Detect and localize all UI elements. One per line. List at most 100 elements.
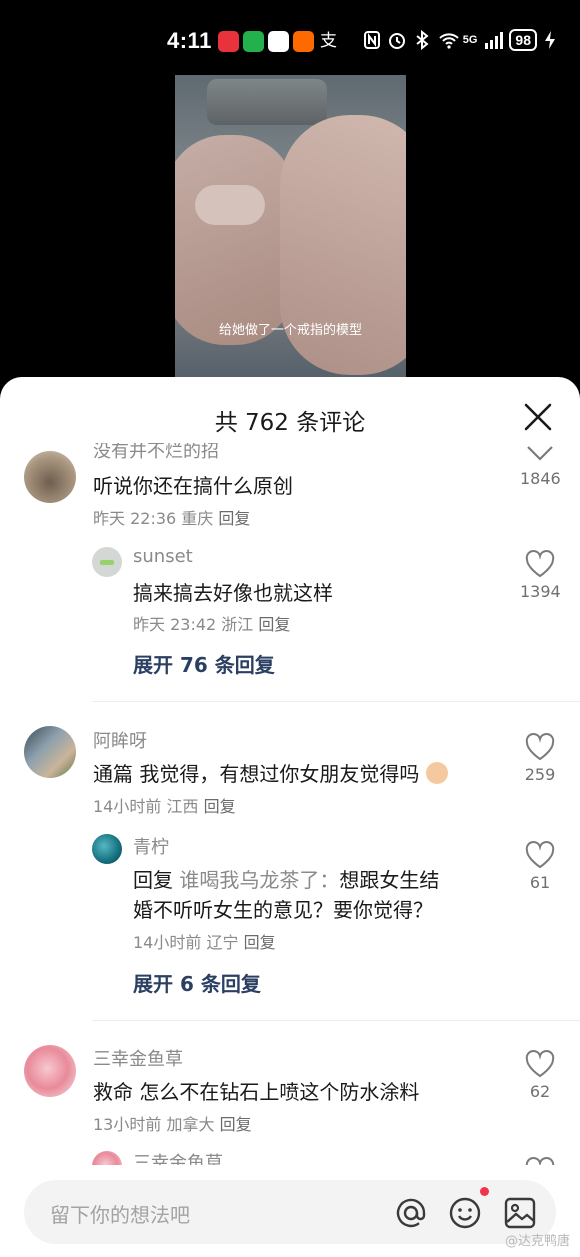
like-button[interactable]: 61 bbox=[520, 841, 560, 892]
expand-replies-button[interactable]: 展开 76 条回复 bbox=[133, 649, 275, 678]
ring-model bbox=[207, 79, 327, 125]
reply-text-line1: 想跟女生结 bbox=[339, 868, 440, 892]
like-count: 259 bbox=[524, 765, 556, 784]
comment-input-bar: 留下你的想法吧 @达克鸭唐 bbox=[0, 1165, 580, 1257]
like-count: 1846 bbox=[520, 469, 561, 488]
avatar[interactable] bbox=[92, 834, 122, 864]
comment-input-placeholder: 留下你的想法吧 bbox=[50, 1203, 190, 1227]
like-count: 61 bbox=[529, 873, 551, 892]
wechat-icon bbox=[243, 31, 264, 52]
divider bbox=[92, 701, 580, 702]
chevron-down-icon bbox=[527, 446, 553, 461]
like-button[interactable]: 259 bbox=[520, 733, 560, 784]
like-count: 62 bbox=[529, 1082, 551, 1101]
status-indicators: 5G 98 bbox=[363, 29, 562, 51]
nfc-icon bbox=[363, 30, 381, 50]
like-button[interactable] bbox=[520, 1157, 560, 1165]
reply-time: 14小时前 bbox=[133, 933, 202, 952]
avatar[interactable] bbox=[24, 726, 76, 778]
comment-location: 江西 bbox=[166, 797, 199, 816]
image-button[interactable] bbox=[503, 1196, 537, 1230]
reply-button[interactable]: 回复 bbox=[220, 1115, 252, 1134]
avatar[interactable] bbox=[24, 1045, 76, 1097]
like-button[interactable]: 62 bbox=[520, 1050, 560, 1101]
comment-username[interactable]: 阿眸呀 bbox=[93, 727, 147, 753]
reply-button[interactable]: 回复 bbox=[244, 933, 276, 952]
comment-time: 13小时前 bbox=[93, 1115, 162, 1134]
avatar[interactable] bbox=[24, 451, 76, 503]
watermark: @达克鸭唐 bbox=[504, 1234, 570, 1249]
battery-level: 98 bbox=[509, 29, 537, 51]
at-sign-icon bbox=[396, 1198, 426, 1228]
heart-icon bbox=[525, 1157, 555, 1165]
video-player[interactable]: 给她做了一个戒指的模型 bbox=[175, 75, 406, 380]
comment-time: 昨天 22:36 bbox=[93, 509, 177, 528]
heart-icon bbox=[525, 550, 555, 578]
comment-input[interactable]: 留下你的想法吧 bbox=[24, 1180, 556, 1244]
comment-meta: 昨天 22:36 重庆 回复 bbox=[93, 505, 250, 529]
alarm-icon bbox=[388, 30, 406, 50]
comment-time: 14小时前 bbox=[93, 797, 162, 816]
reply-username[interactable]: 青柠 bbox=[133, 833, 169, 859]
heart-icon bbox=[525, 1050, 555, 1078]
reply-meta: 14小时前 辽宁 回复 bbox=[133, 929, 276, 953]
reply-prefix: 回复 bbox=[133, 868, 173, 892]
video-subtitle: 给她做了一个戒指的模型 bbox=[218, 323, 362, 338]
qq-icon bbox=[268, 31, 289, 52]
divider bbox=[92, 1020, 580, 1021]
heart-icon bbox=[525, 733, 555, 761]
reply-text: 搞来搞去好像也就这样 bbox=[133, 581, 333, 605]
comment-text: 救命 怎么不在钻石上喷这个防水涂料 bbox=[93, 1080, 420, 1104]
reply-button[interactable]: 回复 bbox=[258, 615, 290, 634]
comment-location: 重庆 bbox=[181, 509, 214, 528]
reply-button[interactable]: 回复 bbox=[218, 509, 250, 528]
reply-button[interactable]: 回复 bbox=[204, 797, 236, 816]
like-button[interactable]: 1394 bbox=[520, 550, 561, 601]
mention-button[interactable] bbox=[394, 1196, 428, 1230]
reply-username[interactable]: sunset bbox=[133, 546, 193, 567]
taobao-icon bbox=[293, 31, 314, 52]
smiley-icon bbox=[449, 1197, 481, 1229]
comments-count-title: 共 762 条评论 bbox=[214, 410, 366, 436]
comment-username[interactable]: 三幸金鱼草 bbox=[93, 1045, 183, 1071]
signal-icon bbox=[484, 30, 504, 50]
status-time: 4:11 bbox=[167, 28, 212, 53]
comment-meta: 14小时前 江西 回复 bbox=[93, 793, 236, 817]
reply-location: 浙江 bbox=[221, 615, 254, 634]
avatar[interactable] bbox=[92, 547, 122, 577]
expand-replies-button[interactable]: 展开 6 条回复 bbox=[133, 968, 261, 997]
reply-text-line2: 婚不听听女生的意见？要你觉得？ bbox=[133, 898, 433, 922]
status-bar: 4:11 支 5G 98 bbox=[0, 0, 580, 80]
comment-meta: 13小时前 加拿大 回复 bbox=[93, 1111, 252, 1135]
close-button[interactable] bbox=[522, 401, 554, 433]
hand-left bbox=[175, 135, 295, 345]
avatar[interactable] bbox=[92, 1151, 122, 1165]
image-icon bbox=[504, 1197, 536, 1229]
bluetooth-icon bbox=[413, 29, 431, 51]
charging-icon bbox=[544, 30, 562, 50]
alipay-icon: 支 bbox=[320, 31, 337, 51]
reply-target-user[interactable]: 谁喝我乌龙茶了： bbox=[179, 868, 339, 892]
comments-sheet: 共 762 条评论 没有并不烂的招 听说你还在搞什么原创 昨天 22:36 重庆… bbox=[0, 377, 580, 1257]
reply-username[interactable]: 三幸金鱼草 bbox=[133, 1149, 223, 1165]
reply-time: 昨天 23:42 bbox=[133, 615, 217, 634]
reply-meta: 昨天 23:42 浙江 回复 bbox=[133, 611, 290, 635]
comments-list[interactable]: 没有并不烂的招 听说你还在搞什么原创 昨天 22:36 重庆 回复 1846 s… bbox=[0, 443, 580, 1165]
comment-text: 听说你还在搞什么原创 bbox=[93, 474, 293, 498]
comment-text: 通篇 我觉得，有想过你女朋友觉得吗 bbox=[93, 759, 448, 789]
comment-text-body: 通篇 我觉得，有想过你女朋友觉得吗 bbox=[93, 762, 420, 786]
heart-icon bbox=[525, 841, 555, 869]
comment-username[interactable]: 没有并不烂的招 bbox=[93, 443, 219, 463]
like-count: 1394 bbox=[520, 582, 561, 601]
close-icon bbox=[524, 403, 552, 431]
like-button[interactable]: 1846 bbox=[520, 443, 561, 488]
network-type: 5G bbox=[462, 34, 478, 46]
wifi-icon bbox=[438, 30, 459, 50]
thumb-nail bbox=[195, 185, 265, 225]
emoji-icon bbox=[425, 762, 448, 784]
comment-location: 加拿大 bbox=[166, 1115, 215, 1134]
notification-dot bbox=[480, 1187, 489, 1196]
reply-location: 辽宁 bbox=[206, 933, 239, 952]
reply-text: 回复 谁喝我乌龙茶了：想跟女生结 婚不听听女生的意见？要你觉得？ bbox=[133, 865, 503, 925]
emoji-button[interactable] bbox=[448, 1196, 482, 1230]
